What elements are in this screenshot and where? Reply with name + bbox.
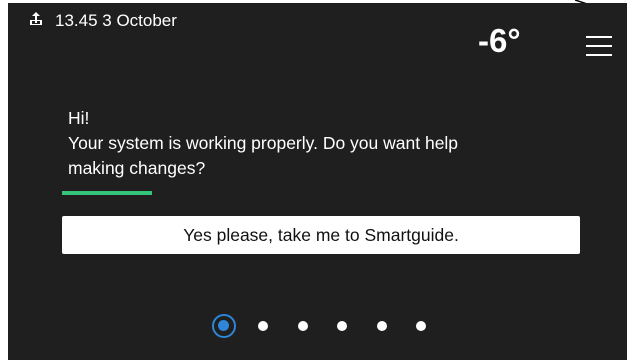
smartguide-button[interactable]: Yes please, take me to Smartguide. xyxy=(62,216,580,254)
page-dot-active[interactable] xyxy=(212,314,236,338)
message-line-2: making changes? xyxy=(68,158,206,178)
outdoor-temperature: -6° xyxy=(478,22,521,59)
accent-underline xyxy=(62,191,152,195)
message-line-1: Your system is working properly. Do you … xyxy=(68,133,459,153)
hamburger-menu-icon[interactable] xyxy=(586,36,612,58)
menu-bar xyxy=(586,45,612,47)
page-dot[interactable] xyxy=(337,321,347,331)
page-dot[interactable] xyxy=(416,321,426,331)
display-panel xyxy=(8,3,627,360)
menu-bar xyxy=(586,36,612,38)
page-dot[interactable] xyxy=(258,321,268,331)
page-dot[interactable] xyxy=(298,321,308,331)
greeting-text: Hi! xyxy=(68,108,90,128)
date-time: 13.45 3 October xyxy=(55,11,177,30)
upload-icon xyxy=(30,12,42,25)
page-dot[interactable] xyxy=(377,321,387,331)
smartguide-start-screen: 13.45 3 October -6° Hi! Your system is w… xyxy=(0,0,627,360)
status-message: Hi! Your system is working properly. Do … xyxy=(68,106,588,181)
menu-bar xyxy=(586,54,612,56)
